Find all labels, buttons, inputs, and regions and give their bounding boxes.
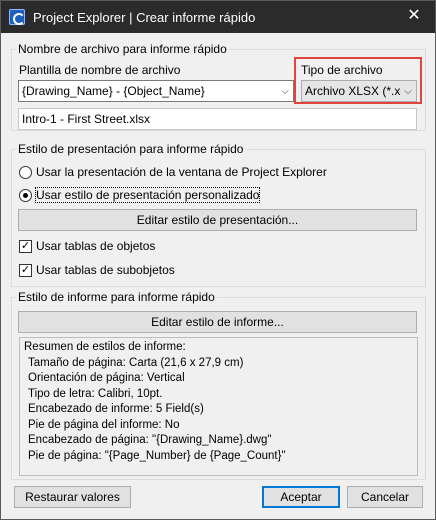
edit-presentation-style-button[interactable]: Editar estilo de presentación... <box>18 209 417 231</box>
radio-selected-icon <box>19 188 32 202</box>
summary-line: Tipo de letra: Calibri, 10pt. <box>28 387 163 400</box>
summary-line: Orientación de página: Vertical <box>28 372 185 384</box>
dialog-window: Project Explorer | Crear informe rápido … <box>0 0 436 520</box>
template-combobox-value: {Drawing_Name} - {Object_Name} <box>22 84 205 98</box>
checkmark-icon: ✓ <box>19 239 32 253</box>
filename-group-legend: Nombre de archivo para informe rápido <box>18 42 227 56</box>
summary-line: Encabezado de informe: 5 Field(s) <box>28 403 204 415</box>
restore-defaults-button[interactable]: Restaurar valores <box>14 486 131 508</box>
summary-line: Pie de página del informe: No <box>28 418 180 431</box>
radio-use-project-presentation[interactable]: Usar la presentación de la ventana de Pr… <box>19 165 327 179</box>
close-button[interactable]: ✕ <box>405 7 423 25</box>
edit-report-style-button[interactable]: Editar estilo de informe... <box>18 311 417 333</box>
filetype-highlight-box <box>294 57 422 104</box>
window-title: Project Explorer | Crear informe rápido <box>33 9 256 25</box>
civil3d-app-icon <box>9 9 25 25</box>
title-bar[interactable]: Project Explorer | Crear informe rápido … <box>1 1 435 33</box>
template-combobox[interactable]: {Drawing_Name} - {Object_Name} ⌵ <box>18 80 294 102</box>
summary-line: Encabezado de página: "{Drawing_Name}.dw… <box>28 434 272 446</box>
summary-line: Tamaño de página: Carta (21,6 x 27,9 cm) <box>28 356 244 369</box>
report-group-legend: Estilo de informe para informe rápido <box>18 290 215 304</box>
radio-use-custom-presentation[interactable]: Usar estilo de presentación personalizad… <box>19 187 261 203</box>
summary-line: Pie de página: "{Page_Number} de {Page_C… <box>28 449 286 462</box>
chevron-down-icon: ⌵ <box>281 85 289 97</box>
template-label: Plantilla de nombre de archivo <box>19 63 181 77</box>
presentation-group-legend: Estilo de presentación para informe rápi… <box>18 142 244 156</box>
report-style-summary: Resumen de estilos de informe: Tamaño de… <box>19 337 418 476</box>
checkbox-use-subobject-tables[interactable]: ✓ Usar tablas de subobjetos <box>19 263 175 277</box>
radio-use-custom-presentation-label: Usar estilo de presentación personalizad… <box>34 187 261 203</box>
cancel-button[interactable]: Cancelar <box>347 486 423 508</box>
checkbox-use-object-tables-label: Usar tablas de objetos <box>36 239 156 253</box>
radio-icon <box>19 165 32 179</box>
checkmark-icon: ✓ <box>19 263 32 277</box>
accept-button[interactable]: Aceptar <box>262 486 340 508</box>
checkbox-use-subobject-tables-label: Usar tablas de subobjetos <box>36 263 175 277</box>
filename-preview: Intro-1 - First Street.xlsx <box>18 108 417 130</box>
summary-title: Resumen de estilos de informe: <box>24 341 186 353</box>
radio-use-project-presentation-label: Usar la presentación de la ventana de Pr… <box>36 165 327 179</box>
checkbox-use-object-tables[interactable]: ✓ Usar tablas de objetos <box>19 239 155 253</box>
